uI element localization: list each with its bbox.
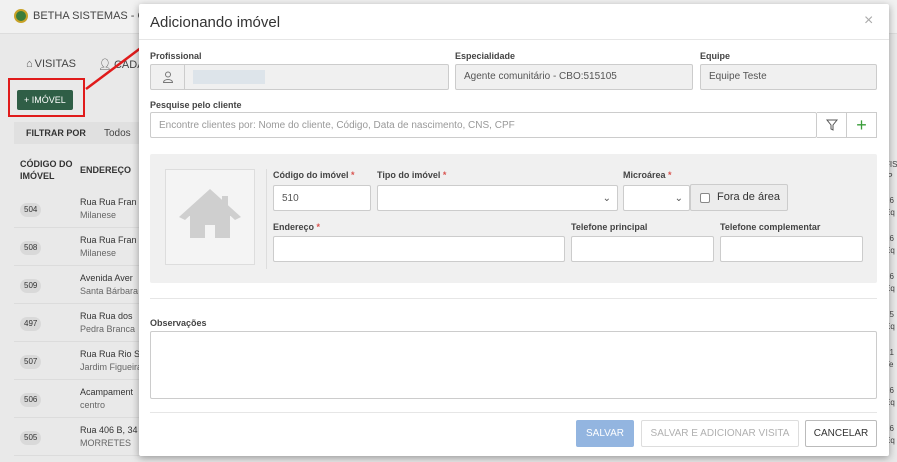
- user-icon: [162, 71, 174, 83]
- profissional-label: Profissional: [150, 51, 202, 61]
- chevron-down-icon: ⌄: [602, 193, 611, 204]
- close-icon[interactable]: ×: [864, 12, 873, 30]
- telefone-principal-input[interactable]: [571, 236, 714, 262]
- add-imovel-modal: Adicionando imóvel × Profissional Especi…: [139, 4, 889, 456]
- divider: [139, 39, 889, 40]
- especialidade-label: Especialidade: [455, 51, 516, 61]
- add-cliente-button[interactable]: +: [847, 112, 877, 138]
- endereco-label: Endereço *: [273, 222, 321, 232]
- telefone-complementar-input[interactable]: [720, 236, 863, 262]
- profissional-field: [150, 64, 449, 90]
- telefone-complementar-label: Telefone complementar: [720, 222, 821, 232]
- telefone-principal-label: Telefone principal: [571, 222, 648, 232]
- equipe-label: Equipe: [700, 51, 731, 61]
- fora-de-area-checkbox[interactable]: [700, 193, 710, 203]
- cliente-label: Pesquise pelo cliente: [150, 100, 242, 110]
- filter-icon: [825, 119, 839, 131]
- codigo-imovel-input[interactable]: [273, 185, 371, 211]
- divider: [184, 65, 185, 89]
- codigo-imovel-label: Código do imóvel *: [273, 170, 355, 180]
- observacoes-textarea[interactable]: [150, 331, 877, 399]
- microarea-select[interactable]: ⌄: [623, 185, 690, 211]
- microarea-label: Microárea *: [623, 170, 672, 180]
- modal-title: Adicionando imóvel: [150, 14, 281, 31]
- especialidade-field: Agente comunitário - CBO:515105: [455, 64, 693, 90]
- house-image: [165, 169, 255, 265]
- endereco-input[interactable]: [273, 236, 565, 262]
- fora-de-area-label: Fora de área: [717, 191, 780, 203]
- chevron-down-icon: ⌄: [674, 193, 683, 204]
- equipe-field: Equipe Teste: [700, 64, 877, 90]
- imovel-panel: [150, 154, 877, 283]
- filter-button[interactable]: [817, 112, 847, 138]
- fora-de-area-toggle[interactable]: Fora de área: [690, 184, 788, 211]
- observacoes-label: Observações: [150, 318, 207, 328]
- cliente-search-input[interactable]: [150, 112, 817, 138]
- house-icon: [179, 189, 241, 238]
- divider: [266, 169, 267, 269]
- divider: [150, 298, 877, 299]
- tipo-imovel-select[interactable]: ⌄: [377, 185, 618, 211]
- save-button[interactable]: SALVAR: [576, 420, 634, 447]
- tipo-imovel-label: Tipo do imóvel *: [377, 170, 447, 180]
- cancel-button[interactable]: CANCELAR: [805, 420, 877, 447]
- redacted-name: [193, 70, 265, 84]
- divider: [150, 412, 877, 413]
- save-and-add-visit-button[interactable]: SALVAR E ADICIONAR VISITA: [641, 420, 799, 447]
